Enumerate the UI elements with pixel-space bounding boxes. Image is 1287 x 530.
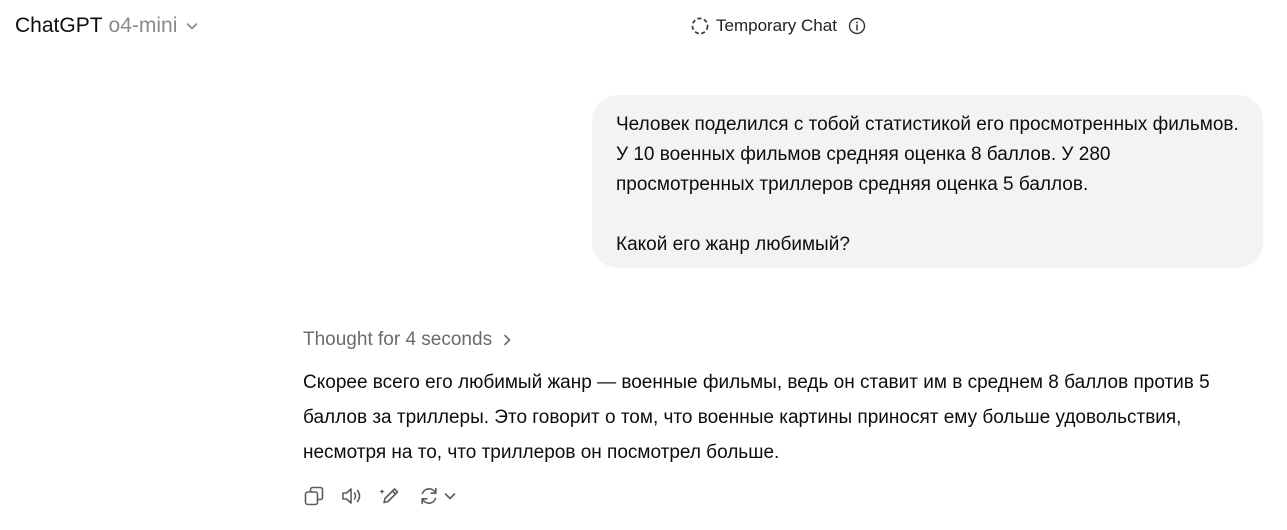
thought-toggle[interactable]: Thought for 4 seconds xyxy=(303,326,512,354)
pencil-sparkle-icon xyxy=(379,485,403,507)
user-message: Человек поделился с тобой статистикой ег… xyxy=(592,95,1263,268)
temporary-chat-label: Temporary Chat xyxy=(716,16,837,35)
message-actions xyxy=(303,484,457,508)
user-message-paragraph: Человек поделился с тобой статистикой ег… xyxy=(616,114,1239,195)
speaker-icon xyxy=(340,485,364,507)
edit-in-canvas-button[interactable] xyxy=(379,484,403,508)
chevron-down-icon xyxy=(185,19,199,33)
copy-icon xyxy=(303,485,325,507)
dashed-circle-icon xyxy=(690,16,710,36)
copy-button[interactable] xyxy=(303,484,325,508)
refresh-icon xyxy=(418,485,440,507)
assistant-message-text: Скорее всего его любимый жанр — военные … xyxy=(303,372,1210,463)
chevron-down-icon xyxy=(443,489,457,503)
thought-label: Thought for 4 seconds xyxy=(303,329,493,350)
model-name: o4-mini xyxy=(108,14,178,37)
read-aloud-button[interactable] xyxy=(340,484,364,508)
temporary-chat-indicator: Temporary Chat xyxy=(690,14,866,38)
assistant-message: Скорее всего его любимый жанр — военные … xyxy=(303,365,1263,470)
top-bar: ChatGPT o4-mini Temporary Chat xyxy=(0,0,1287,54)
model-switcher[interactable]: ChatGPT o4-mini xyxy=(15,12,199,40)
user-message-paragraph: Какой его жанр любимый? xyxy=(616,234,850,255)
chevron-right-icon xyxy=(502,333,512,347)
info-icon[interactable] xyxy=(848,17,866,35)
brand-name: ChatGPT xyxy=(15,14,103,37)
regenerate-button[interactable] xyxy=(418,484,457,508)
